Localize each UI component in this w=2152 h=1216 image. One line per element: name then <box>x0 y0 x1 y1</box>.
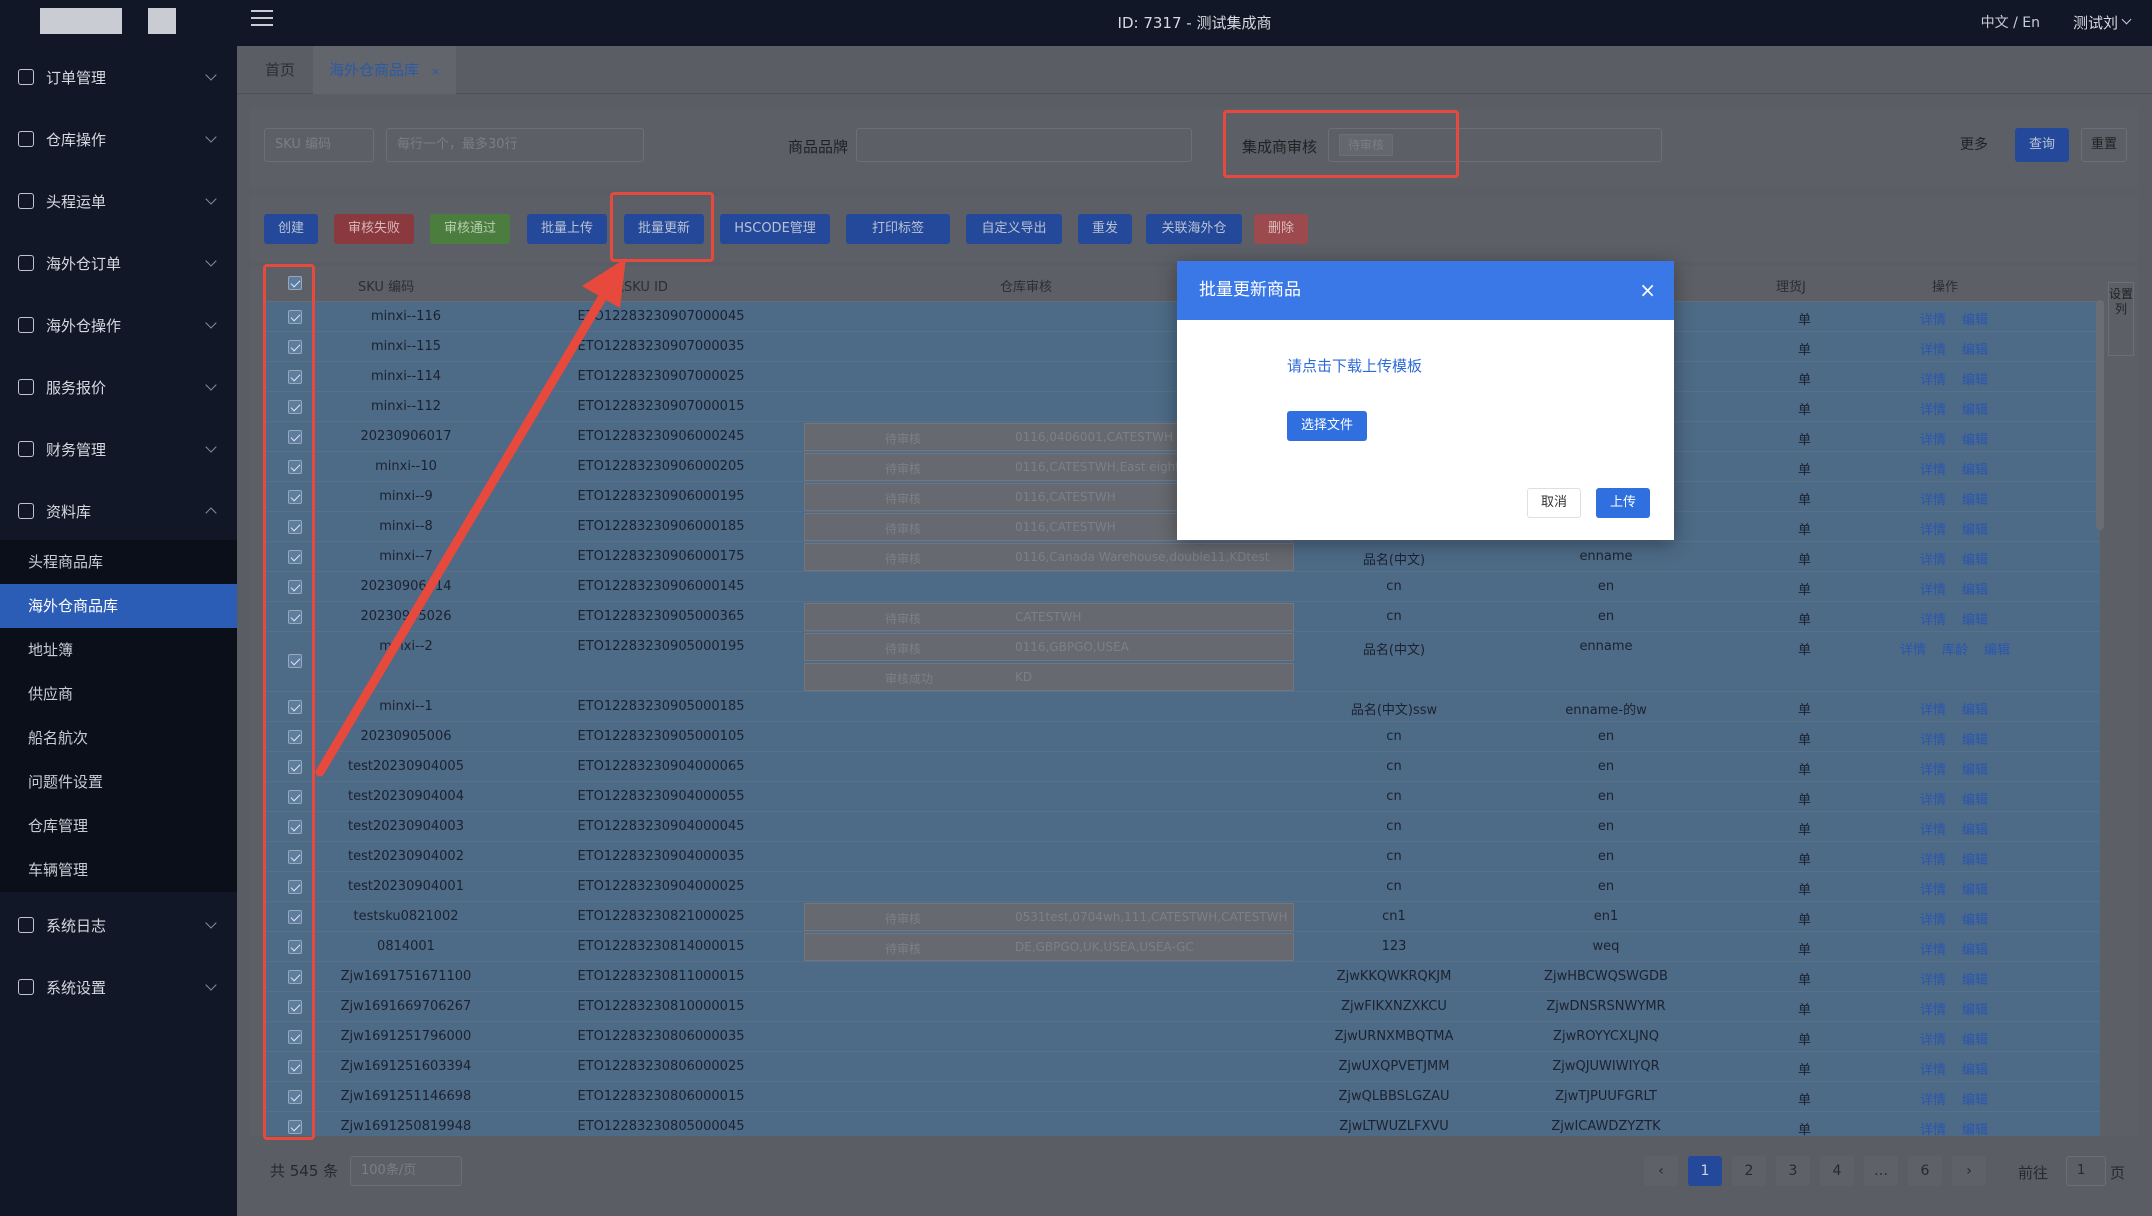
batch-update-modal: 批量更新商品 × 请点击下载上传模板 选择文件 取消 上传 <box>1177 261 1674 540</box>
cancel-button[interactable]: 取消 <box>1527 488 1581 518</box>
annotation-arrow-icon <box>315 258 626 777</box>
choose-file-button[interactable]: 选择文件 <box>1287 411 1367 441</box>
download-template-link[interactable]: 请点击下载上传模板 <box>1287 355 1422 376</box>
close-icon[interactable]: × <box>1639 261 1656 320</box>
modal-header: 批量更新商品 × <box>1177 261 1674 320</box>
modal-title: 批量更新商品 <box>1199 280 1301 300</box>
upload-button[interactable]: 上传 <box>1596 488 1650 518</box>
